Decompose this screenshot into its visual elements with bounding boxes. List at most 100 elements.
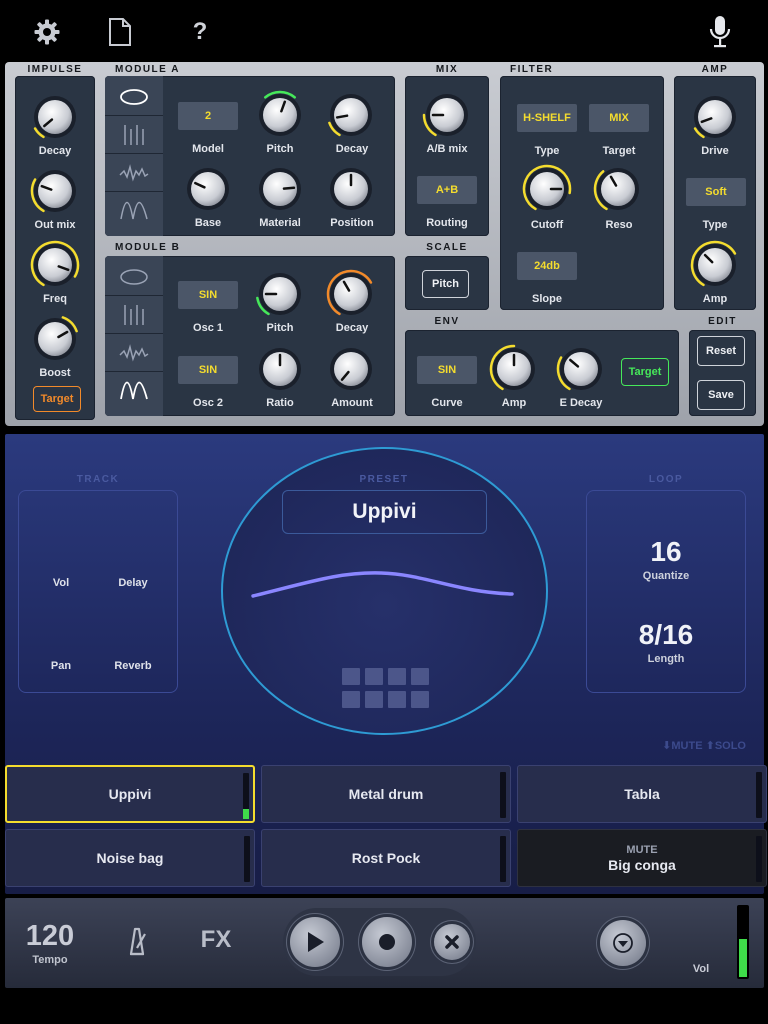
drive-knob[interactable] [690, 92, 740, 142]
metronome-icon[interactable] [124, 926, 150, 956]
length-label: Length [647, 653, 685, 665]
pad-1[interactable]: Uppivi [5, 765, 255, 823]
impulse-decay-knob[interactable] [30, 92, 80, 142]
wave-noise-icon[interactable] [105, 154, 163, 192]
ab-mix-label: A/B mix [426, 143, 468, 155]
wave-peaks-icon[interactable] [105, 192, 163, 230]
curve-display[interactable]: SIN [417, 356, 477, 384]
scale-title: SCALE [426, 242, 468, 253]
close-icon[interactable] [434, 924, 470, 960]
module-b-decay-label: Decay [335, 322, 369, 334]
module-b-wave-selector [105, 256, 163, 416]
pad-level-bar [756, 772, 762, 818]
save-button[interactable]: Save [697, 380, 745, 410]
material-knob[interactable] [255, 164, 305, 214]
impulse-target-button[interactable]: Target [33, 386, 81, 412]
module-b-pitch-knob[interactable] [255, 269, 305, 319]
routing-display[interactable]: A+B [417, 176, 477, 204]
module-a-decay-knob[interactable] [326, 90, 376, 140]
mix-title: MIX [435, 64, 459, 75]
osc1-label: Osc 1 [193, 322, 223, 334]
scale-pitch-button[interactable]: Pitch [422, 270, 469, 298]
impulse-outmix-knob[interactable] [30, 166, 80, 216]
amount-knob[interactable] [326, 344, 376, 394]
impulse-boost-label: Boost [39, 367, 71, 379]
model-label: Model [192, 143, 224, 155]
routing-label: Routing [426, 217, 468, 229]
wave-peaks-icon[interactable] [105, 372, 163, 410]
filter-type-display[interactable]: H-SHELF [517, 104, 577, 132]
drive-label: Drive [701, 145, 729, 157]
preset-name[interactable]: Uppivi [282, 490, 487, 534]
module-a-wave-selector [105, 76, 163, 236]
pad-name: Metal drum [348, 786, 424, 802]
impulse-title: IMPULSE [27, 64, 83, 75]
tempo-label: Tempo [32, 954, 68, 966]
wave-bars-icon[interactable] [105, 116, 163, 154]
model-display[interactable]: 2 [178, 102, 238, 130]
impulse-freq-knob[interactable] [30, 240, 80, 290]
microphone-icon[interactable] [704, 16, 736, 48]
pad-5[interactable]: Rost Pock [261, 829, 511, 887]
top-bar: ? [0, 0, 768, 62]
track-vol-label: Vol [52, 577, 70, 589]
wave-ellipse-icon[interactable] [105, 258, 163, 296]
osc1-display[interactable]: SIN [178, 281, 238, 309]
pad-level-bar [243, 773, 249, 819]
filter-target-display[interactable]: MIX [589, 104, 649, 132]
env-target-button[interactable]: Target [621, 358, 669, 386]
impulse-decay-label: Decay [38, 145, 72, 157]
pad-2[interactable]: Metal drum [261, 765, 511, 823]
ratio-knob[interactable] [255, 344, 305, 394]
wave-noise-icon[interactable] [105, 334, 163, 372]
track-pan-label: Pan [50, 660, 72, 672]
slope-display[interactable]: 24db [517, 252, 577, 280]
env-amp-knob[interactable] [489, 344, 539, 394]
master-level-meter [737, 905, 749, 979]
ab-mix-knob[interactable] [422, 90, 472, 140]
impulse-outmix-label: Out mix [34, 219, 76, 231]
pad-4[interactable]: Noise bag [5, 829, 255, 887]
pad-3[interactable]: Tabla [517, 765, 767, 823]
document-icon[interactable] [104, 16, 136, 48]
module-b-decay-knob[interactable] [326, 269, 376, 319]
chevron-down-icon[interactable] [600, 920, 646, 966]
amount-label: Amount [331, 397, 373, 409]
reso-label: Reso [605, 219, 633, 231]
pad-level-fill [243, 809, 249, 819]
help-icon[interactable]: ? [184, 16, 216, 48]
reso-knob[interactable] [593, 164, 643, 214]
fx-button[interactable]: FX [196, 926, 236, 954]
material-label: Material [259, 217, 301, 229]
quantize-value[interactable]: 16 [586, 536, 746, 568]
module-a-pitch-label: Pitch [266, 143, 294, 155]
gear-icon[interactable] [31, 16, 63, 48]
app-root: ? IMPULSE MODULE A MODULE B MIX SCALE FI… [0, 0, 768, 1024]
amp-type-display[interactable]: Soft [686, 178, 746, 206]
pattern-grid-icon[interactable] [342, 668, 430, 710]
cutoff-knob[interactable] [522, 164, 572, 214]
record-icon[interactable] [362, 917, 412, 967]
pad-name: Rost Pock [351, 850, 421, 866]
env-title: ENV [434, 316, 460, 327]
reset-button[interactable]: Reset [697, 336, 745, 366]
osc2-display[interactable]: SIN [178, 356, 238, 384]
track-delay-label: Delay [118, 577, 148, 589]
play-icon[interactable] [290, 917, 340, 967]
preset-waveform [251, 571, 514, 598]
env-decay-knob[interactable] [556, 344, 606, 394]
impulse-boost-knob[interactable] [30, 314, 80, 364]
pad-6[interactable]: MUTE Big conga [517, 829, 767, 887]
length-value[interactable]: 8/16 [586, 619, 746, 651]
pad-level-bar [756, 836, 762, 882]
position-knob[interactable] [326, 164, 376, 214]
pad-name: Uppivi [108, 786, 152, 802]
tempo-value[interactable]: 120 [22, 920, 78, 953]
wave-bars-icon[interactable] [105, 296, 163, 334]
module-a-pitch-knob[interactable] [255, 90, 305, 140]
preset-title: PRESET [359, 474, 409, 485]
wave-ellipse-icon[interactable] [105, 78, 163, 116]
base-knob[interactable] [183, 164, 233, 214]
pad-mute-label: MUTE [626, 843, 658, 856]
amp-amp-knob[interactable] [690, 240, 740, 290]
